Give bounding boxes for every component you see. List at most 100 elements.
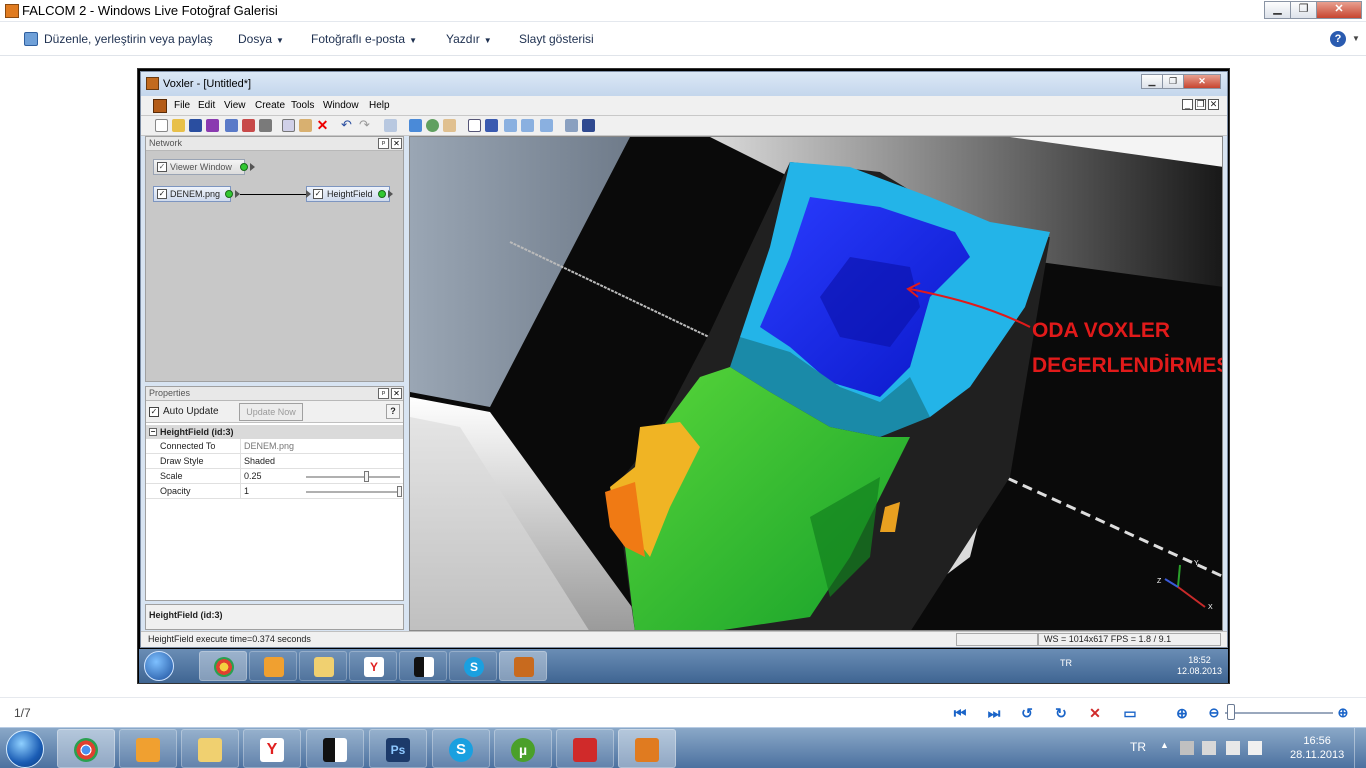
- taskbar-acrobat[interactable]: [556, 729, 614, 768]
- previous-icon[interactable]: ⏮: [951, 704, 969, 722]
- open-folder-icon[interactable]: [172, 119, 185, 132]
- opacity-slider-thumb[interactable]: [397, 486, 402, 497]
- restore-button[interactable]: ❐: [1290, 1, 1317, 19]
- zoom-out-icon[interactable]: ⊖: [1205, 704, 1223, 722]
- scale-slider[interactable]: [306, 476, 400, 478]
- property-row-draw-style[interactable]: Draw Style Shaded: [146, 454, 403, 469]
- fit-view-icon[interactable]: [468, 119, 481, 132]
- undo-icon[interactable]: ↶: [341, 118, 354, 132]
- import-icon[interactable]: [225, 119, 238, 132]
- cube-view-2-icon[interactable]: [521, 119, 534, 132]
- network-canvas[interactable]: ✓ Viewer Window ✓ DENEM.png ✓ HeightFiel…: [146, 151, 403, 381]
- next-icon[interactable]: ⏭: [985, 704, 1003, 722]
- camera-icon[interactable]: [565, 119, 578, 132]
- pin-icon[interactable]: ᵖ: [378, 138, 389, 149]
- slideshow-icon[interactable]: ▭: [1121, 704, 1139, 722]
- menu-view[interactable]: View: [224, 100, 246, 111]
- opacity-slider[interactable]: [306, 491, 400, 493]
- cube-view-icon[interactable]: [504, 119, 517, 132]
- menu-window[interactable]: Window: [323, 100, 359, 111]
- help-dropdown-icon[interactable]: ▼: [1352, 34, 1360, 43]
- print-menu[interactable]: Yazdır ▼: [446, 32, 492, 46]
- taskbar-photo-gallery[interactable]: [618, 729, 676, 768]
- projection-icon[interactable]: [540, 119, 553, 132]
- property-row-connected-to[interactable]: Connected To DENEM.png: [146, 439, 403, 454]
- zoom-icon[interactable]: [426, 119, 439, 132]
- node-checkbox[interactable]: ✓: [157, 189, 167, 199]
- show-hidden-icons-icon[interactable]: ▲: [1160, 740, 1169, 750]
- taskbar-media-player[interactable]: [119, 729, 177, 768]
- menu-edit[interactable]: Edit: [198, 100, 215, 111]
- minimize-button[interactable]: ▁: [1264, 1, 1291, 19]
- email-menu[interactable]: Fotoğraflı e-posta ▼: [311, 32, 417, 46]
- network-icon[interactable]: [1180, 741, 1194, 755]
- share-menu[interactable]: Düzenle, yerleştirin veya paylaş: [44, 32, 213, 46]
- mdi-restore-button[interactable]: ❐: [1195, 99, 1206, 110]
- split-view-icon[interactable]: [582, 119, 595, 132]
- node-checkbox[interactable]: ✓: [157, 162, 167, 172]
- property-row-opacity[interactable]: Opacity 1: [146, 484, 403, 499]
- close-panel-icon[interactable]: ✕: [391, 388, 402, 399]
- paste-icon[interactable]: [299, 119, 312, 132]
- context-help-icon[interactable]: [384, 119, 397, 132]
- clock[interactable]: 16:56 28.11.2013: [1290, 734, 1344, 762]
- pin-icon[interactable]: ᵖ: [378, 388, 389, 399]
- save-as-icon[interactable]: [206, 119, 219, 132]
- save-icon[interactable]: [189, 119, 202, 132]
- property-group-header[interactable]: − HeightField (id:3): [146, 425, 403, 439]
- action-center-icon[interactable]: [1202, 741, 1216, 755]
- zoom-slider[interactable]: [1225, 712, 1333, 714]
- hand-icon[interactable]: [443, 119, 456, 132]
- redo-icon[interactable]: ↷: [359, 118, 372, 132]
- taskbar-photoshop[interactable]: Ps: [369, 729, 427, 768]
- taskbar-skype[interactable]: S: [432, 729, 490, 768]
- menu-file[interactable]: File: [174, 100, 190, 111]
- rotate-right-icon[interactable]: ↻: [1052, 704, 1070, 722]
- taskbar-chrome[interactable]: [57, 729, 115, 768]
- delete-icon[interactable]: ✕: [1086, 704, 1104, 722]
- property-row-scale[interactable]: Scale 0.25: [146, 469, 403, 484]
- rotate-left-icon[interactable]: ↺: [1018, 704, 1036, 722]
- menu-create[interactable]: Create: [255, 100, 285, 111]
- slideshow-button[interactable]: Slayt gösterisi: [519, 32, 594, 46]
- property-help-button[interactable]: ?: [386, 404, 400, 419]
- start-button[interactable]: [6, 730, 44, 768]
- update-now-button[interactable]: Update Now: [239, 403, 303, 421]
- voxler-restore-button[interactable]: ❐: [1162, 74, 1184, 89]
- new-icon[interactable]: [155, 119, 168, 132]
- taskbar-utorrent[interactable]: µ: [494, 729, 552, 768]
- show-desktop-button[interactable]: [1354, 728, 1366, 768]
- node-denem-png[interactable]: ✓ DENEM.png: [153, 186, 240, 202]
- node-viewer-window[interactable]: ✓ Viewer Window: [153, 159, 255, 175]
- mdi-minimize-button[interactable]: _: [1182, 99, 1193, 110]
- output-port-icon[interactable]: [378, 190, 386, 198]
- menu-help[interactable]: Help: [369, 100, 390, 111]
- export-icon[interactable]: [242, 119, 255, 132]
- viewer-window[interactable]: ODA VOXLER DEGERLENDİRMESİ Y X Z: [409, 136, 1223, 631]
- node-heightfield[interactable]: ✓ HeightField: [306, 186, 393, 202]
- taskbar-explorer[interactable]: [181, 729, 239, 768]
- mdi-close-button[interactable]: ✕: [1208, 99, 1219, 110]
- taskbar-app[interactable]: [306, 729, 364, 768]
- signal-icon[interactable]: [1248, 741, 1262, 755]
- rotate-view-icon[interactable]: [485, 119, 498, 132]
- collapse-icon[interactable]: −: [149, 428, 157, 436]
- output-port-icon[interactable]: [225, 190, 233, 198]
- voxler-close-button[interactable]: ✕: [1183, 74, 1221, 89]
- copy-icon[interactable]: [282, 119, 295, 132]
- volume-icon[interactable]: [1226, 741, 1240, 755]
- actual-size-icon[interactable]: ⊕: [1173, 704, 1191, 722]
- language-indicator[interactable]: TR: [1130, 740, 1146, 754]
- zoom-slider-thumb[interactable]: [1227, 704, 1235, 720]
- delete-icon[interactable]: ✕: [316, 118, 329, 132]
- help-icon[interactable]: ?: [1330, 31, 1346, 47]
- auto-update-checkbox[interactable]: ✓: [149, 407, 159, 417]
- output-port-icon[interactable]: [240, 163, 248, 171]
- menu-tools[interactable]: Tools: [291, 100, 314, 111]
- file-menu[interactable]: Dosya ▼: [238, 32, 284, 46]
- close-panel-icon[interactable]: ✕: [391, 138, 402, 149]
- scale-slider-thumb[interactable]: [364, 471, 369, 482]
- print-icon[interactable]: [259, 119, 272, 132]
- pan-icon[interactable]: [409, 119, 422, 132]
- taskbar-yandex[interactable]: Y: [243, 729, 301, 768]
